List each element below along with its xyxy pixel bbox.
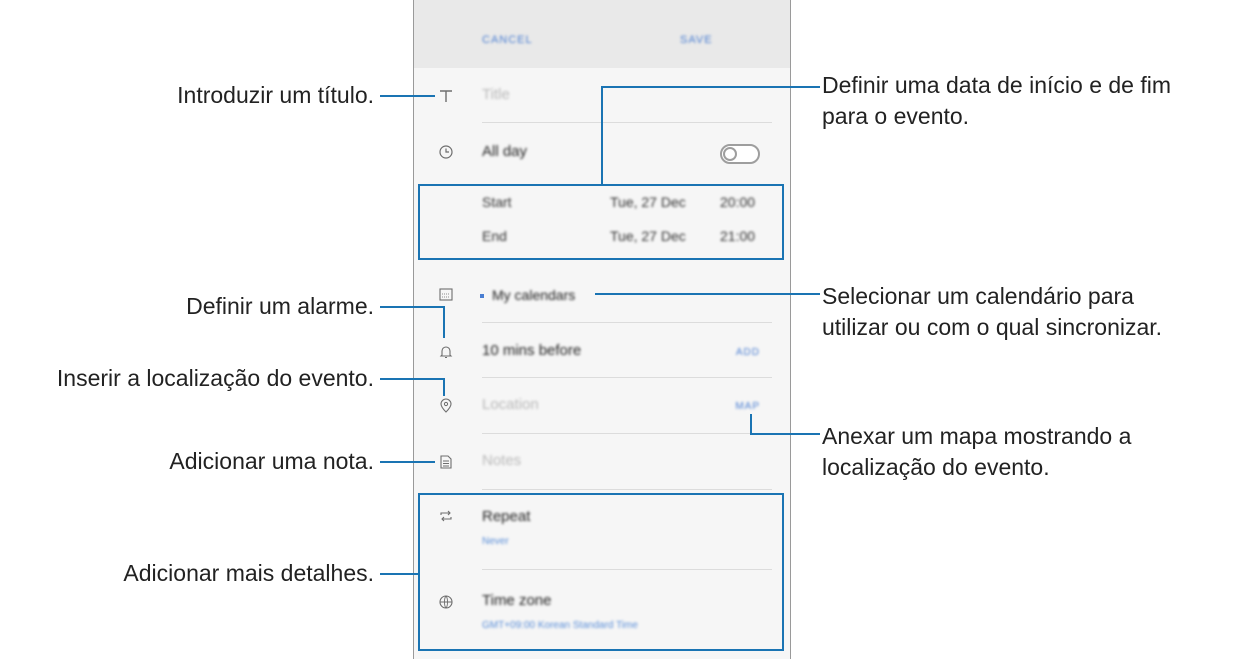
calendar-icon	[439, 288, 453, 301]
note-connector	[380, 461, 435, 463]
location-connector-vertical	[443, 378, 445, 396]
all-day-toggle[interactable]	[720, 144, 760, 164]
annotation-note: Adicionar uma nota.	[169, 448, 374, 474]
notes-input[interactable]: Notes	[482, 452, 521, 469]
location-input[interactable]: Location	[482, 396, 539, 413]
app-bar: CANCEL SAVE	[414, 0, 790, 68]
location-pin-icon	[440, 398, 452, 413]
alarm-connector-horizontal	[380, 306, 445, 308]
annotation-dates: Definir uma data de início e de fim para…	[822, 70, 1171, 132]
notes-row[interactable]: Notes	[414, 450, 790, 480]
title-input[interactable]: Title	[482, 86, 510, 103]
divider	[482, 122, 772, 123]
map-button[interactable]: MAP	[735, 401, 760, 412]
divider	[482, 489, 772, 490]
bell-icon	[439, 346, 453, 359]
annotation-map: Anexar um mapa mostrando a localização d…	[822, 421, 1131, 483]
alarm-connector-vertical	[443, 306, 445, 338]
annotation-title: Introduzir um título.	[177, 82, 374, 108]
add-reminder-button[interactable]: ADD	[736, 347, 760, 358]
annotation-map-line1: Anexar um mapa mostrando a	[822, 423, 1132, 449]
divider	[482, 433, 772, 434]
annotation-location: Inserir a localização do evento.	[56, 365, 374, 391]
annotation-map-line2: localização do evento.	[822, 454, 1050, 480]
text-icon	[440, 90, 452, 102]
annotation-calendar: Selecionar um calendário para utilizar o…	[822, 281, 1162, 343]
details-highlight	[418, 493, 784, 651]
clock-icon	[439, 145, 453, 159]
divider	[482, 322, 772, 323]
annotation-dates-line2: para o evento.	[822, 103, 970, 129]
map-connector-vertical	[750, 414, 752, 434]
all-day-label: All day	[482, 143, 528, 160]
title-connector	[380, 95, 435, 97]
annotation-dates-line1: Definir uma data de início e de fim	[822, 72, 1172, 98]
reminder-row[interactable]: 10 mins before ADD	[414, 338, 790, 368]
map-connector-horizontal	[750, 433, 820, 435]
location-connector-horizontal	[380, 378, 445, 380]
dates-connector-horizontal	[601, 86, 820, 88]
calendar-row[interactable]: My calendars	[414, 282, 790, 314]
dates-connector-vertical	[601, 86, 603, 185]
annotation-calendar-line1: Selecionar um calendário para	[822, 283, 1134, 309]
annotation-alarm: Definir um alarme.	[186, 293, 374, 319]
location-row[interactable]: Location MAP	[414, 394, 790, 424]
annotation-calendar-line2: utilizar ou com o qual sincronizar.	[822, 314, 1163, 340]
calendar-label[interactable]: My calendars	[492, 287, 575, 303]
cancel-button[interactable]: CANCEL	[482, 34, 533, 46]
divider	[482, 377, 772, 378]
save-button[interactable]: SAVE	[680, 34, 713, 46]
details-connector	[380, 573, 420, 575]
calendar-connector	[595, 293, 820, 295]
annotation-details: Adicionar mais detalhes.	[123, 560, 374, 586]
calendar-color-dot	[480, 294, 484, 298]
notes-icon	[440, 455, 452, 469]
reminder-label: 10 mins before	[482, 342, 582, 359]
date-range-highlight	[418, 184, 784, 260]
